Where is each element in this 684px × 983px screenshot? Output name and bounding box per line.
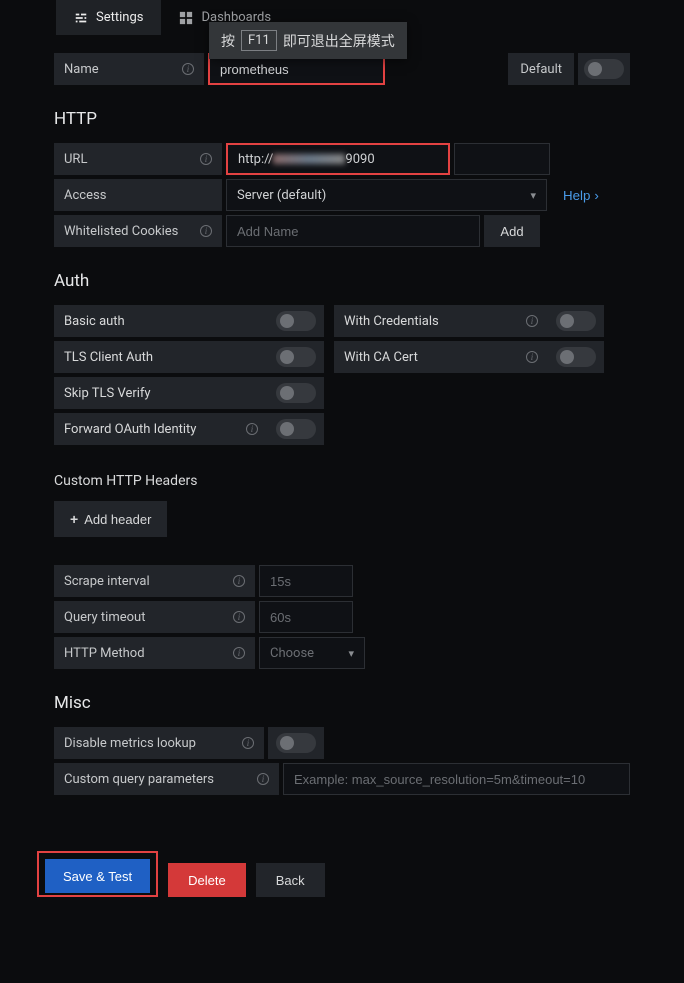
plus-icon: +: [70, 511, 78, 527]
url-label: URL: [64, 152, 87, 167]
scrape-interval-label: Scrape interval: [64, 574, 150, 589]
info-icon[interactable]: [233, 611, 245, 623]
chevron-right-icon: ›: [594, 188, 598, 203]
back-button[interactable]: Back: [256, 863, 325, 897]
default-toggle[interactable]: [584, 59, 624, 79]
save-test-button[interactable]: Save & Test: [45, 859, 150, 893]
tls-client-label: TLS Client Auth: [54, 341, 268, 373]
chevron-down-icon: ▾: [530, 189, 536, 202]
cookies-label-cell: Whitelisted Cookies: [54, 215, 222, 247]
help-link[interactable]: Help ›: [551, 179, 611, 211]
with-credentials-toggle-wrap: [548, 305, 604, 337]
info-icon[interactable]: [526, 315, 538, 327]
info-icon[interactable]: [200, 225, 212, 237]
forward-oauth-label: Forward OAuth Identity: [54, 413, 268, 445]
basic-auth-toggle[interactable]: [276, 311, 316, 331]
url-blurred: [273, 154, 345, 164]
with-credentials-toggle[interactable]: [556, 311, 596, 331]
access-value: Server (default): [237, 188, 326, 203]
info-icon[interactable]: [257, 773, 269, 785]
info-icon[interactable]: [200, 153, 212, 165]
skip-tls-toggle[interactable]: [276, 383, 316, 403]
cookies-input[interactable]: [226, 215, 480, 247]
default-label: Default: [508, 53, 574, 85]
auth-section-title: Auth: [54, 271, 630, 291]
url-prefix: http://: [238, 152, 273, 167]
http-method-label: HTTP Method: [64, 646, 145, 661]
query-timeout-label: Query timeout: [64, 610, 145, 625]
url-suffix: 9090: [345, 152, 374, 167]
custom-headers-title: Custom HTTP Headers: [54, 473, 630, 489]
url-input[interactable]: http:// 9090: [226, 143, 450, 175]
url-label-cell: URL: [54, 143, 222, 175]
with-ca-toggle[interactable]: [556, 347, 596, 367]
with-credentials-label: With Credentials: [334, 305, 548, 337]
info-icon[interactable]: [526, 351, 538, 363]
http-method-value: Choose: [270, 646, 314, 661]
cookies-label: Whitelisted Cookies: [64, 224, 178, 239]
grid-icon: [179, 11, 193, 25]
forward-oauth-toggle[interactable]: [276, 419, 316, 439]
add-cookie-button[interactable]: Add: [484, 215, 540, 247]
default-toggle-wrap: [578, 53, 630, 85]
misc-section-title: Misc: [54, 693, 630, 713]
scrape-interval-input[interactable]: [259, 565, 353, 597]
http-method-label-cell: HTTP Method: [54, 637, 255, 669]
sliders-icon: [74, 11, 88, 25]
disable-lookup-label-cell: Disable metrics lookup: [54, 727, 264, 759]
with-ca-toggle-wrap: [548, 341, 604, 373]
name-label: Name: [64, 62, 99, 77]
delete-button[interactable]: Delete: [168, 863, 246, 897]
access-label-cell: Access: [54, 179, 222, 211]
info-icon[interactable]: [233, 575, 245, 587]
http-section-title: HTTP: [54, 109, 630, 129]
tls-client-toggle[interactable]: [276, 347, 316, 367]
tooltip-key: F11: [241, 30, 277, 51]
query-timeout-input[interactable]: [259, 601, 353, 633]
access-select[interactable]: Server (default) ▾: [226, 179, 547, 211]
scrape-interval-label-cell: Scrape interval: [54, 565, 255, 597]
disable-lookup-toggle-wrap: [268, 727, 324, 759]
save-test-highlight: Save & Test: [37, 851, 158, 897]
custom-params-label-cell: Custom query parameters: [54, 763, 279, 795]
query-timeout-label-cell: Query timeout: [54, 601, 255, 633]
tab-settings-label: Settings: [96, 10, 143, 25]
disable-lookup-toggle[interactable]: [276, 733, 316, 753]
tab-settings[interactable]: Settings: [56, 0, 161, 35]
with-ca-label: With CA Cert: [334, 341, 548, 373]
chevron-down-icon: ▾: [348, 647, 354, 660]
custom-params-label: Custom query parameters: [64, 772, 214, 787]
name-label-cell: Name: [54, 53, 204, 85]
fullscreen-tooltip: 按 F11 即可退出全屏模式: [209, 22, 407, 59]
tooltip-prefix: 按: [221, 31, 235, 51]
basic-auth-label: Basic auth: [54, 305, 268, 337]
tls-client-toggle-wrap: [268, 341, 324, 373]
info-icon[interactable]: [246, 423, 258, 435]
skip-tls-label: Skip TLS Verify: [54, 377, 268, 409]
skip-tls-toggle-wrap: [268, 377, 324, 409]
info-icon[interactable]: [242, 737, 254, 749]
custom-params-input[interactable]: [283, 763, 630, 795]
url-input-ext[interactable]: [454, 143, 550, 175]
tooltip-suffix: 即可退出全屏模式: [283, 31, 395, 51]
forward-oauth-toggle-wrap: [268, 413, 324, 445]
info-icon[interactable]: [233, 647, 245, 659]
disable-lookup-label: Disable metrics lookup: [64, 736, 196, 751]
access-label: Access: [64, 188, 106, 203]
basic-auth-toggle-wrap: [268, 305, 324, 337]
http-method-select[interactable]: Choose ▾: [259, 637, 365, 669]
info-icon[interactable]: [182, 63, 194, 75]
add-header-button[interactable]: + Add header: [54, 501, 167, 537]
